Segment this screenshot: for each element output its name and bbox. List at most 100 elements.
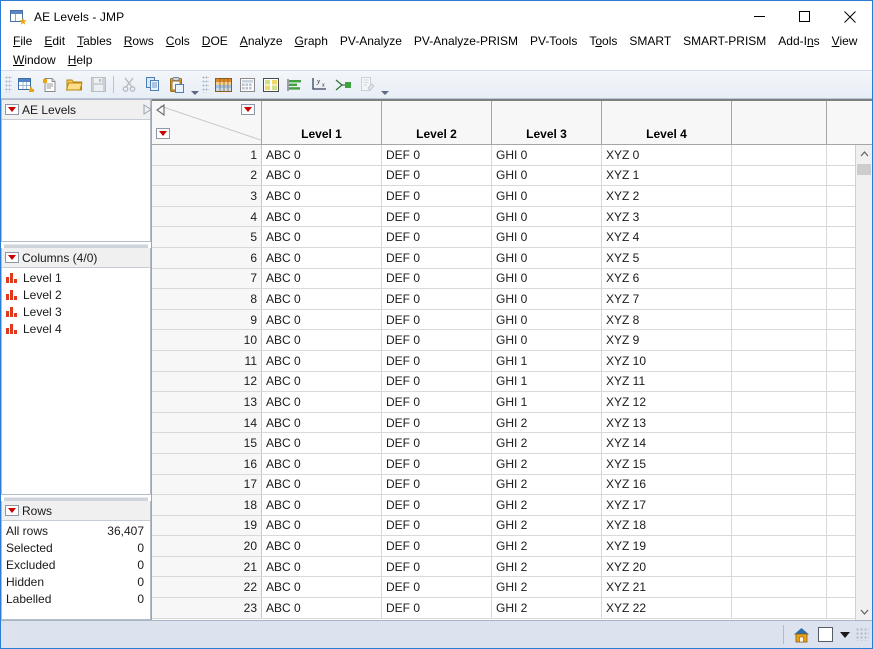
table-cell[interactable]: ABC 0 [262, 227, 382, 247]
table-row[interactable]: 16 ABC 0 DEF 0 GHI 2 XYZ 15 [152, 453, 855, 475]
table-cell[interactable]: GHI 0 [492, 289, 602, 309]
table-cell[interactable]: ABC 0 [262, 206, 382, 227]
table-cell[interactable] [827, 454, 855, 474]
row-number-cell[interactable]: 16 [152, 453, 262, 474]
table-cell[interactable]: XYZ 5 [602, 247, 732, 268]
row-number-cell[interactable]: 20 [152, 536, 262, 556]
menu-pv-analyze-prism[interactable]: PV-Analyze-PRISM [408, 32, 524, 51]
table-cell[interactable]: XYZ 9 [602, 330, 732, 350]
table-cell[interactable]: GHI 2 [492, 515, 602, 536]
table-cell[interactable]: GHI 0 [492, 268, 602, 289]
table-row[interactable]: 15 ABC 0 DEF 0 GHI 2 XYZ 14 [152, 433, 855, 454]
table-cell[interactable] [827, 475, 855, 495]
table-cell[interactable] [827, 372, 855, 392]
menu-file[interactable]: File [7, 32, 38, 51]
row-number-cell[interactable]: 22 [152, 577, 262, 598]
row-number-cell[interactable]: 2 [152, 165, 262, 186]
table-cell[interactable]: ABC 0 [262, 515, 382, 536]
table-cell[interactable]: XYZ 21 [602, 577, 732, 598]
table-cell[interactable]: XYZ 14 [602, 433, 732, 453]
table-cell[interactable]: GHI 2 [492, 474, 602, 495]
table-cell[interactable] [827, 227, 855, 247]
table-cell[interactable] [827, 392, 855, 412]
rows-red-triangle-menu-icon[interactable] [156, 128, 170, 139]
row-number-cell[interactable]: 6 [152, 247, 262, 268]
table-cell[interactable] [827, 577, 855, 597]
table-row[interactable]: 6 ABC 0 DEF 0 GHI 0 XYZ 5 [152, 247, 855, 269]
table-cell[interactable]: ABC 0 [262, 474, 382, 495]
table-cell[interactable] [732, 165, 827, 186]
table-row[interactable]: 14 ABC 0 DEF 0 GHI 2 XYZ 13 [152, 412, 855, 434]
table-cell[interactable]: GHI 0 [492, 165, 602, 186]
column-item-level-3[interactable]: Level 3 [2, 303, 150, 320]
table-cell[interactable] [827, 351, 855, 371]
menu-tools[interactable]: Tools [583, 32, 623, 51]
table-cell[interactable]: ABC 0 [262, 598, 382, 618]
rows-stat-selected[interactable]: Selected 0 [2, 539, 150, 556]
table-row[interactable]: 13 ABC 0 DEF 0 GHI 1 XYZ 12 [152, 392, 855, 413]
table-cell[interactable]: DEF 0 [382, 495, 492, 515]
table-cell[interactable] [732, 206, 827, 227]
column-item-level-4[interactable]: Level 4 [2, 320, 150, 337]
table-cell[interactable] [732, 186, 827, 206]
table-row[interactable]: 7 ABC 0 DEF 0 GHI 0 XYZ 6 [152, 268, 855, 290]
table-cell[interactable]: DEF 0 [382, 145, 492, 165]
toolbar-overflow-icon[interactable] [189, 72, 200, 98]
table-cell[interactable] [732, 495, 827, 515]
table-cell[interactable]: XYZ 13 [602, 412, 732, 433]
scrollbar-thumb[interactable] [857, 164, 871, 175]
row-number-cell[interactable]: 9 [152, 309, 262, 330]
table-cell[interactable]: XYZ 7 [602, 289, 732, 309]
maximize-icon[interactable] [782, 1, 827, 32]
table-cell[interactable] [732, 392, 827, 412]
table-cell[interactable] [827, 310, 855, 330]
table-cell[interactable]: XYZ 18 [602, 515, 732, 536]
red-triangle-menu-icon[interactable] [5, 252, 19, 263]
column-header-level-1[interactable]: Level 1 [262, 101, 382, 144]
menu-edit[interactable]: Edit [38, 32, 71, 51]
scrollbar-track[interactable] [856, 162, 872, 603]
menu-smart[interactable]: SMART [623, 32, 677, 51]
table-cell[interactable]: XYZ 8 [602, 309, 732, 330]
table-row[interactable]: 12 ABC 0 DEF 0 GHI 1 XYZ 11 [152, 371, 855, 393]
menu-rows[interactable]: Rows [118, 32, 160, 51]
table-cell[interactable]: GHI 0 [492, 186, 602, 206]
table-cell[interactable] [827, 413, 855, 433]
table-cell[interactable] [732, 330, 827, 350]
table-row[interactable]: 18 ABC 0 DEF 0 GHI 2 XYZ 17 [152, 495, 855, 516]
table-row[interactable]: 19 ABC 0 DEF 0 GHI 2 XYZ 18 [152, 515, 855, 537]
table-row[interactable]: 8 ABC 0 DEF 0 GHI 0 XYZ 7 [152, 289, 855, 310]
table-cell[interactable]: GHI 0 [492, 309, 602, 330]
table-cell[interactable]: DEF 0 [382, 309, 492, 330]
table-cell[interactable]: DEF 0 [382, 186, 492, 206]
table-cell[interactable]: DEF 0 [382, 247, 492, 268]
row-number-cell[interactable]: 17 [152, 474, 262, 495]
toolbar-grip-icon[interactable] [5, 76, 12, 93]
table-cell[interactable]: GHI 1 [492, 371, 602, 392]
table-cell[interactable] [827, 248, 855, 268]
row-number-cell[interactable]: 14 [152, 412, 262, 433]
table-cell[interactable]: XYZ 15 [602, 453, 732, 474]
vertical-scrollbar[interactable] [855, 145, 872, 620]
row-number-cell[interactable]: 4 [152, 206, 262, 227]
distribution-icon[interactable] [235, 73, 259, 96]
table-cell[interactable]: GHI 0 [492, 330, 602, 350]
table-cell[interactable]: DEF 0 [382, 412, 492, 433]
table-cell[interactable]: ABC 0 [262, 371, 382, 392]
row-number-cell[interactable]: 19 [152, 515, 262, 536]
table-cell[interactable]: ABC 0 [262, 536, 382, 556]
table-cell[interactable]: ABC 0 [262, 309, 382, 330]
table-cell[interactable]: DEF 0 [382, 350, 492, 371]
table-cell[interactable] [732, 309, 827, 330]
menu-add-ins[interactable]: Add-Ins [772, 32, 825, 51]
table-row[interactable]: 11 ABC 0 DEF 0 GHI 1 XYZ 10 [152, 350, 855, 372]
scroll-up-icon[interactable] [856, 145, 872, 162]
table-cell[interactable]: XYZ 3 [602, 206, 732, 227]
table-cell[interactable] [732, 556, 827, 577]
table-cell[interactable]: DEF 0 [382, 289, 492, 309]
columns-red-triangle-menu-icon[interactable] [241, 104, 255, 115]
table-cell[interactable] [827, 516, 855, 536]
table-cell[interactable]: XYZ 16 [602, 474, 732, 495]
open-file-icon[interactable] [62, 73, 86, 96]
table-cell[interactable]: ABC 0 [262, 412, 382, 433]
